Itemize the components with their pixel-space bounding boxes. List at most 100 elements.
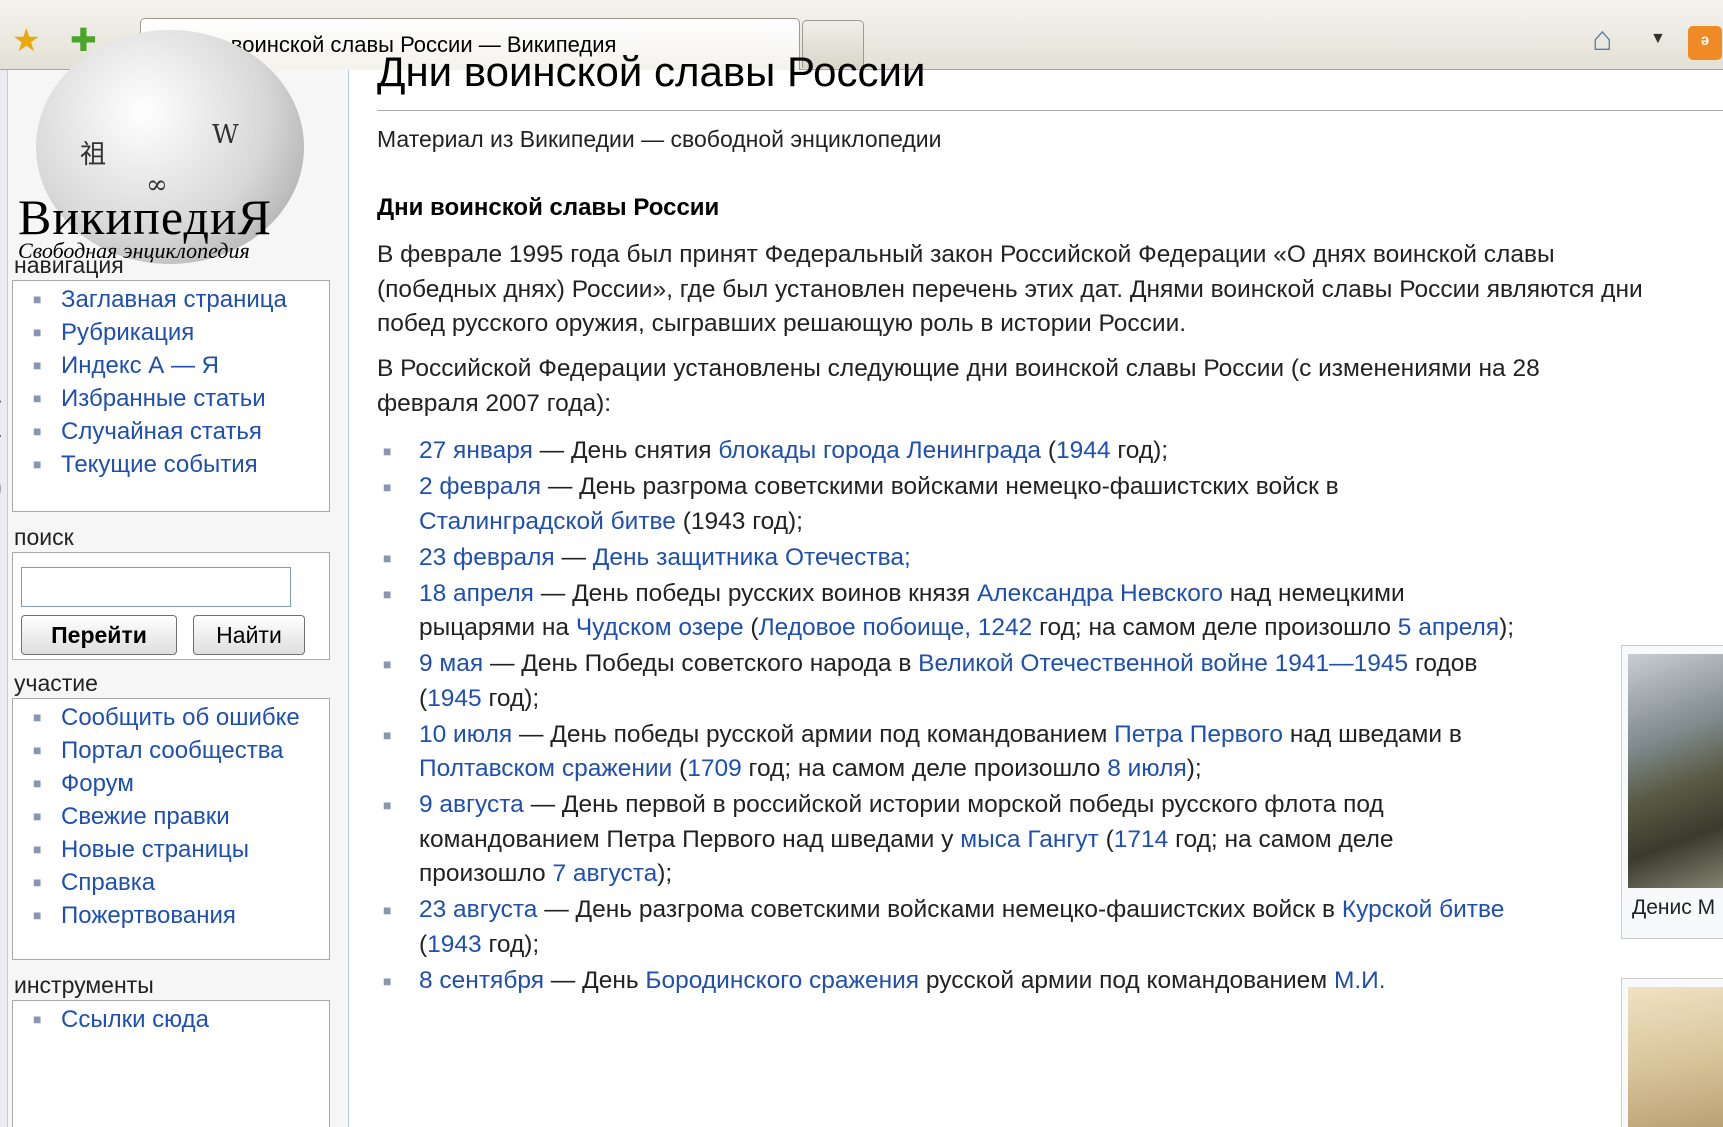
- bullet-icon: ■: [33, 390, 42, 406]
- sidebar-link-label: Избранные статьи: [61, 385, 266, 412]
- rss-feed-icon[interactable]: ᵊ: [1688, 26, 1722, 60]
- go-button[interactable]: Перейти: [21, 615, 177, 655]
- sidebar-link[interactable]: ■ Случайная статья: [21, 415, 329, 448]
- find-button[interactable]: Найти: [193, 615, 305, 655]
- tools-portlet: ■ Ссылки сюда: [12, 1000, 330, 1127]
- list-text: —: [554, 543, 593, 571]
- list-text: (1943 год);: [675, 507, 803, 535]
- bullet-icon: ■: [383, 797, 392, 813]
- article-link[interactable]: Полтавском сражении: [419, 755, 672, 782]
- intro-paragraph: В феврале 1995 года был принят Федеральн…: [377, 241, 1643, 337]
- section-heading: Дни воинской славы России: [377, 194, 720, 221]
- search-input[interactable]: [21, 567, 291, 607]
- sidebar-link[interactable]: ■ Пожертвования: [21, 899, 329, 932]
- article-link[interactable]: 1714: [1114, 826, 1169, 853]
- sidebar-link[interactable]: ■ Портал сообщества: [21, 734, 329, 767]
- sidebar-link-label: Заглавная страница: [61, 286, 287, 313]
- article-link[interactable]: Петра Первого: [1114, 721, 1283, 748]
- sidebar-link-label: Ссылки сюда: [61, 1006, 209, 1033]
- article-link[interactable]: Александра Невского: [977, 580, 1223, 607]
- article-link[interactable]: М.И.: [1334, 967, 1386, 994]
- sidebar-link[interactable]: ■ Сообщить об ошибке: [21, 701, 329, 734]
- article-link[interactable]: 2 февраля: [419, 473, 541, 500]
- bullet-icon: ■: [383, 585, 392, 602]
- thumbnail-frame: [1621, 978, 1723, 1127]
- search-portlet: Перейти Найти: [12, 552, 330, 660]
- list-text: над шведами в: [1283, 720, 1462, 748]
- bullet-icon: ■: [33, 324, 42, 340]
- sidebar-link[interactable]: ■ Форум: [21, 767, 329, 800]
- list-text: год);: [481, 930, 540, 958]
- article-link[interactable]: 10 июля: [419, 721, 512, 748]
- list-text: (: [1041, 437, 1057, 464]
- sidebar-link-label: Новые страницы: [61, 836, 250, 863]
- navigation-portlet: ■ Заглавная страница ■ Рубрикация ■ Индекс А …: [12, 280, 330, 512]
- article-link[interactable]: 18 апреля: [419, 580, 534, 607]
- article-link[interactable]: 8 июля: [1107, 755, 1187, 782]
- list-text: год; на самом деле произошло: [741, 755, 1108, 782]
- article-link[interactable]: 27 января: [419, 437, 533, 464]
- bullet-icon: ■: [383, 726, 392, 743]
- bullet-icon: ■: [33, 357, 42, 373]
- home-icon[interactable]: ⌂: [1592, 20, 1613, 59]
- slide-edge: ( ): [0, 70, 8, 1127]
- article-link[interactable]: 23 февраля: [419, 544, 555, 571]
- article-link[interactable]: Чудском озере: [576, 614, 744, 641]
- list-item: ■ 10 июля — День победы русской армии под…: [377, 718, 1517, 787]
- article-link[interactable]: 5 апреля: [1398, 614, 1499, 641]
- article-link[interactable]: 1709: [687, 755, 742, 782]
- list-text: — День разгрома советскими войсками неме…: [541, 473, 1339, 500]
- article-link[interactable]: мыса Гангут: [960, 826, 1099, 853]
- article-link[interactable]: Сталинградской битве: [419, 508, 676, 535]
- list-text: год; на самом деле произошло: [1032, 614, 1398, 641]
- bullet-icon: ■: [33, 841, 42, 857]
- article-link[interactable]: Бородинского сражения: [645, 967, 919, 994]
- edge-glyph: (: [0, 395, 4, 441]
- sidebar-link-label: Индекс А — Я: [61, 352, 219, 379]
- sidebar-link[interactable]: ■ Ссылки сюда: [21, 1003, 329, 1036]
- bullet-icon: ■: [33, 808, 42, 824]
- sidebar-link[interactable]: ■ Избранные статьи: [21, 382, 329, 415]
- article-link[interactable]: 1944: [1056, 437, 1111, 464]
- article-link[interactable]: 7 августа: [552, 860, 657, 887]
- sidebar-link[interactable]: ■ Новые страницы: [21, 833, 329, 866]
- sidebar-link-label: Случайная статья: [61, 418, 262, 445]
- sidebar-link-label: Рубрикация: [61, 319, 195, 346]
- days-list: ■ 27 января — День снятия блокады города …: [377, 434, 1517, 1000]
- sidebar-link-label: Справка: [61, 869, 156, 896]
- list-text: (: [1098, 825, 1114, 853]
- article-link[interactable]: 1945: [427, 685, 482, 712]
- painting-image[interactable]: [1628, 987, 1723, 1127]
- bullet-icon: ■: [383, 972, 392, 989]
- battle-painting-image[interactable]: [1628, 654, 1723, 888]
- article-link[interactable]: 9 августа: [419, 791, 524, 818]
- sidebar-link-label: Форум: [61, 770, 134, 797]
- article-link[interactable]: Великой Отечественной войне 1941—1945: [918, 650, 1408, 677]
- sidebar-link[interactable]: ■ Заглавная страница: [21, 283, 329, 316]
- article-link[interactable]: 23 августа: [419, 896, 537, 923]
- sidebar-link[interactable]: ■ Справка: [21, 866, 329, 899]
- sidebar: 祖 W ∞ ВикипедиЯ Свободная энциклопедия н…: [8, 30, 348, 1127]
- article-link[interactable]: 8 сентября: [419, 967, 544, 994]
- list-text: );: [1499, 614, 1515, 641]
- tools-heading: инструменты: [14, 972, 154, 998]
- article-link[interactable]: блокады города Ленинграда: [718, 437, 1041, 464]
- sidebar-link[interactable]: ■ Индекс А — Я: [21, 349, 329, 382]
- bullet-icon: ■: [383, 443, 392, 459]
- page-title: Дни воинской славы России: [377, 48, 926, 95]
- sidebar-link[interactable]: ■ Рубрикация: [21, 316, 329, 349]
- article-link[interactable]: День защитника Отечества;: [593, 544, 911, 571]
- list-text: русской армии под командованием: [919, 966, 1334, 994]
- list-text: — День победы русской армии под командов…: [512, 720, 1115, 748]
- search-heading: поиск: [14, 524, 74, 550]
- article-link[interactable]: Курской битве: [1342, 896, 1505, 923]
- bullet-icon: ■: [33, 709, 42, 725]
- chevron-down-icon[interactable]: ▼: [1650, 30, 1666, 48]
- list-item: ■ 23 февраля — День защитника Отечества;: [377, 541, 1517, 576]
- sidebar-link[interactable]: ■ Текущие события: [21, 448, 329, 481]
- sidebar-link[interactable]: ■ Свежие правки: [21, 800, 329, 833]
- bookmark-star-icon[interactable]: ★: [12, 22, 41, 58]
- article-link[interactable]: 1943: [427, 931, 482, 958]
- article-link[interactable]: Ледовое побоище, 1242: [759, 614, 1033, 641]
- article-link[interactable]: 9 мая: [419, 650, 483, 677]
